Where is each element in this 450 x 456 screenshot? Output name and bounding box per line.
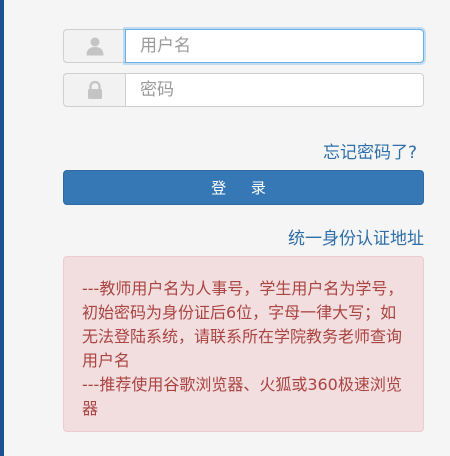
password-input[interactable] [125,73,424,107]
user-icon [63,29,125,63]
login-button[interactable]: 登 录 [63,170,424,205]
left-edge-bar [0,0,4,456]
password-group [63,73,424,107]
username-group [63,29,424,63]
notice-line-2: ---推荐使用谷歌浏览器、火狐或360极速浏览器 [82,375,402,418]
forgot-password-link[interactable]: 忘记密码了? [323,138,417,163]
lock-icon [63,73,125,107]
notice-line-1: ---教师用户名为人事号，学生用户名为学号，初始密码为身份证后6位，字母一律大写… [82,279,404,370]
notice-box: ---教师用户名为人事号，学生用户名为学号，初始密码为身份证后6位，字母一律大写… [63,256,424,432]
username-input[interactable] [125,29,424,63]
unified-auth-link[interactable]: 统一身份认证地址 [288,224,424,249]
